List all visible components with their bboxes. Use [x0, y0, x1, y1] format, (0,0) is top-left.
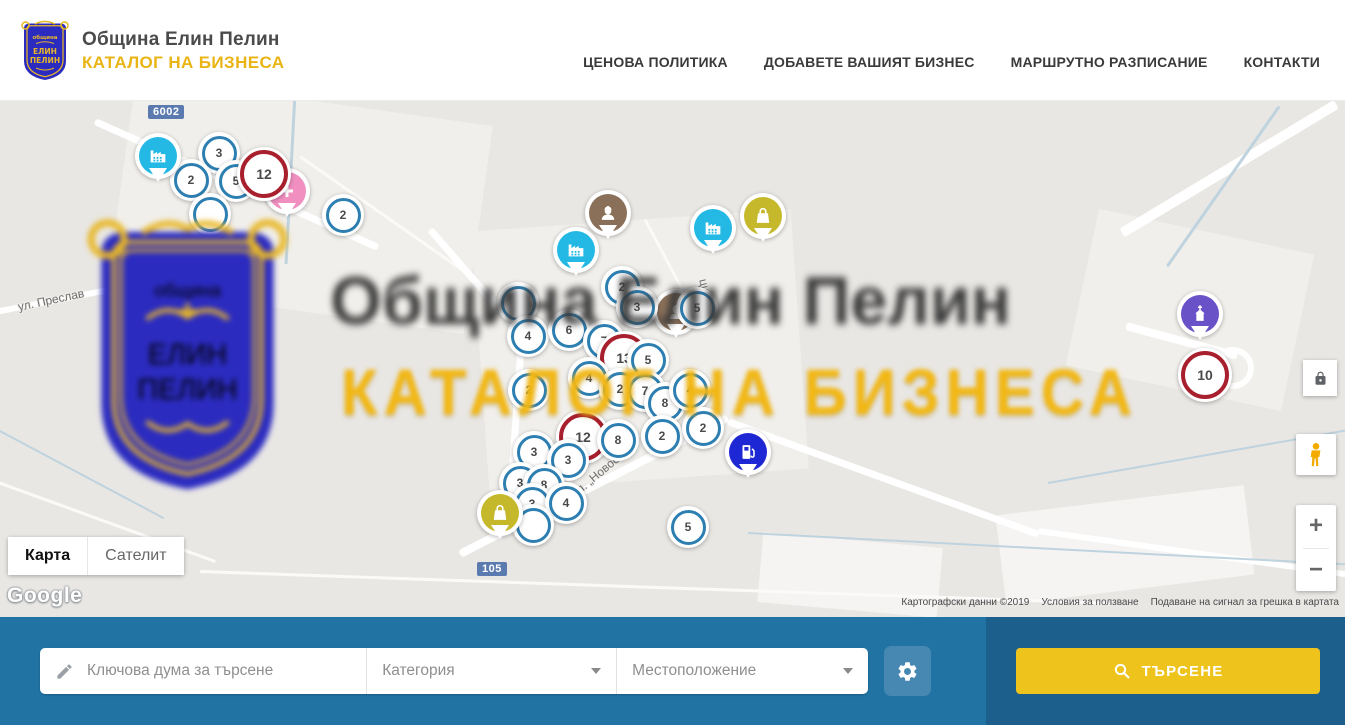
- cluster-count: 12: [240, 150, 288, 198]
- site-title: Община Елин Пелин: [82, 29, 284, 51]
- category-select-value: Категория: [382, 662, 454, 680]
- nav-item[interactable]: МАРШРУТНО РАЗПИСАНИЕ: [1011, 54, 1208, 70]
- site-logo[interactable]: община ЕЛИН ПЕЛИН Община Елин Пелин КАТА…: [20, 20, 284, 82]
- svg-text:ЕЛИН: ЕЛИН: [148, 339, 227, 371]
- search-fields: Категория Местоположение: [40, 648, 868, 694]
- map-type-map-button[interactable]: Карта: [8, 537, 87, 575]
- search-icon: [1113, 662, 1131, 680]
- cluster-count: 2: [174, 163, 209, 198]
- site-header: община ЕЛИН ПЕЛИН Община Елин Пелин КАТА…: [0, 0, 1345, 101]
- zoom-control: + −: [1296, 505, 1336, 591]
- map-road: [1119, 100, 1338, 237]
- factory-pin[interactable]: [135, 133, 181, 179]
- cluster-count: 2: [645, 419, 680, 454]
- search-button-label: ТЪРСЕНЕ: [1142, 663, 1224, 680]
- cluster-count: 5: [680, 291, 715, 326]
- pencil-icon: [55, 662, 74, 681]
- category-select[interactable]: Категория: [366, 648, 616, 694]
- cluster-count: 4: [511, 319, 546, 354]
- attribution-report-link[interactable]: Подаване на сигнал за грешка в картата: [1151, 597, 1339, 608]
- nav-item[interactable]: КОНТАКТИ: [1244, 54, 1320, 70]
- cluster-count: 4: [549, 486, 584, 521]
- zoom-in-button[interactable]: +: [1296, 505, 1336, 548]
- road-number-label: 6002: [148, 105, 184, 119]
- site-subtitle: КАТАЛОГ НА БИЗНЕСА: [82, 53, 284, 73]
- cluster-count: 3: [620, 290, 655, 325]
- bag-icon: [744, 197, 782, 235]
- bag-pin[interactable]: [477, 490, 523, 536]
- nav-item[interactable]: ДОБАВЕТЕ ВАШИЯТ БИЗНЕС: [764, 54, 975, 70]
- location-select[interactable]: Местоположение: [616, 648, 868, 694]
- church-pin[interactable]: [1177, 291, 1223, 337]
- cluster-marker[interactable]: 4: [669, 369, 711, 411]
- lock-control[interactable]: [1303, 360, 1337, 396]
- zoom-out-button[interactable]: −: [1296, 549, 1336, 592]
- worker-icon: [589, 194, 627, 232]
- cluster-count: 5: [671, 510, 706, 545]
- map-attribution: Картографски данни ©2019 Условия за полз…: [901, 597, 1339, 608]
- keyword-field[interactable]: [40, 648, 366, 694]
- cluster-count: 4: [673, 373, 708, 408]
- search-button[interactable]: ТЪРСЕНЕ: [1016, 648, 1320, 694]
- church-icon: [1181, 295, 1219, 333]
- svg-text:община: община: [32, 34, 57, 41]
- cluster-marker[interactable]: 12: [237, 147, 291, 201]
- cluster-marker[interactable]: 10: [1178, 348, 1232, 402]
- keyword-input[interactable]: [85, 661, 366, 681]
- factory-icon: [139, 137, 177, 175]
- street-label: ул. Преслав: [17, 286, 86, 314]
- attribution-copyright: Картографски данни ©2019: [901, 597, 1029, 608]
- pegman-icon: [1305, 442, 1327, 468]
- svg-text:ПЕЛИН: ПЕЛИН: [30, 56, 60, 65]
- attribution-terms-link[interactable]: Условия за ползване: [1041, 597, 1138, 608]
- fuel-pin[interactable]: [725, 429, 771, 475]
- cluster-marker[interactable]: 2: [508, 369, 550, 411]
- cluster-count: 2: [512, 373, 547, 408]
- google-logo[interactable]: Google: [7, 584, 82, 608]
- cluster-count: 2: [686, 411, 721, 446]
- bag-icon: [481, 494, 519, 532]
- advanced-settings-button[interactable]: [884, 646, 931, 696]
- nav-item[interactable]: ЦЕНОВА ПОЛИТИКА: [583, 54, 728, 70]
- fuel-icon: [729, 433, 767, 471]
- factory-icon: [694, 209, 732, 247]
- search-panel: Категория Местоположение ТЪРСЕНЕ: [0, 617, 1345, 725]
- cluster-marker[interactable]: 2: [322, 194, 364, 236]
- cluster-count: 6: [552, 313, 587, 348]
- cluster-count: 2: [326, 198, 361, 233]
- google-map[interactable]: ул. Преславбул. „Новоселци"6002105325122…: [0, 100, 1345, 617]
- cluster-count: 10: [1181, 351, 1229, 399]
- municipality-crest-icon: община ЕЛИН ПЕЛИН: [20, 20, 70, 82]
- cluster-marker[interactable]: [189, 193, 231, 235]
- cluster-count: 8: [601, 423, 636, 458]
- street-view-pegman[interactable]: [1296, 434, 1336, 475]
- cluster-marker[interactable]: 5: [676, 287, 718, 329]
- svg-text:ПЕЛИН: ПЕЛИН: [138, 374, 238, 406]
- cluster-marker[interactable]: 2: [682, 407, 724, 449]
- road-number-label: 105: [477, 562, 507, 576]
- cluster-count: [193, 197, 228, 232]
- map-type-satellite-button[interactable]: Сателит: [87, 537, 183, 575]
- cluster-marker[interactable]: 2: [641, 415, 683, 457]
- location-select-value: Местоположение: [632, 662, 756, 680]
- cluster-marker[interactable]: 5: [667, 506, 709, 548]
- cluster-marker[interactable]: 8: [597, 419, 639, 461]
- factory-icon: [557, 231, 595, 269]
- bag-pin[interactable]: [740, 193, 786, 239]
- svg-text:ЕЛИН: ЕЛИН: [33, 47, 57, 56]
- chevron-down-icon: [591, 668, 601, 674]
- chevron-down-icon: [843, 668, 853, 674]
- main-nav: ЦЕНОВА ПОЛИТИКА ДОБАВЕТЕ ВАШИЯТ БИЗНЕС МАР…: [583, 54, 1320, 70]
- gear-icon: [896, 660, 919, 683]
- worker-pin[interactable]: [585, 190, 631, 236]
- cluster-marker[interactable]: 3: [616, 286, 658, 328]
- map-stream: [0, 428, 164, 519]
- map-road: [727, 418, 1039, 537]
- factory-pin[interactable]: [690, 205, 736, 251]
- factory-pin[interactable]: [553, 227, 599, 273]
- map-type-control: Карта Сателит: [8, 537, 184, 575]
- cluster-marker[interactable]: 4: [507, 315, 549, 357]
- lock-icon: [1313, 371, 1328, 386]
